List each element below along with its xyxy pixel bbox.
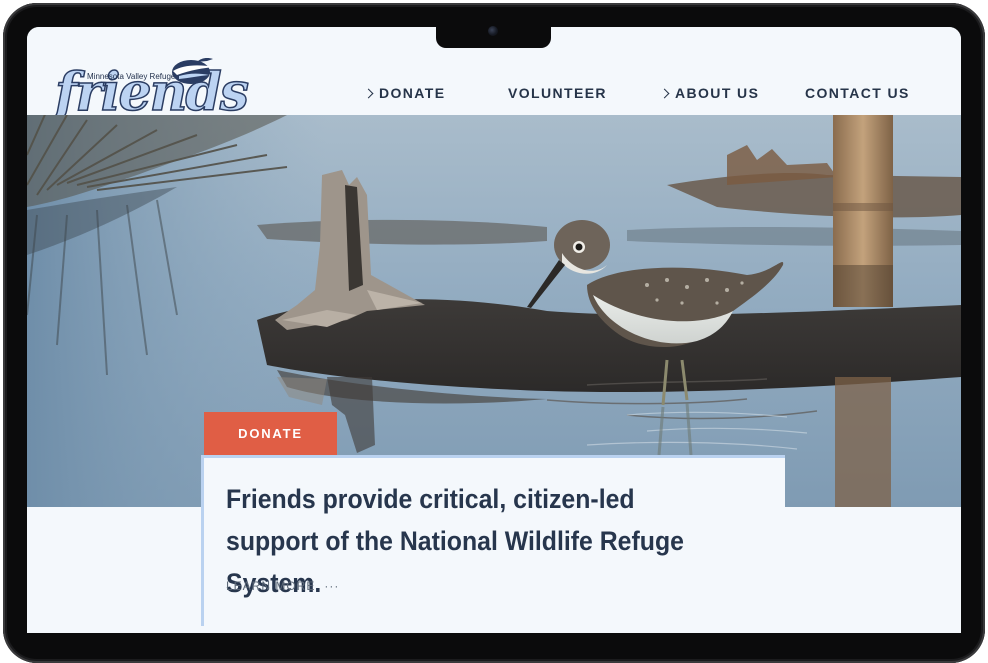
hero-image bbox=[27, 115, 961, 507]
nav-volunteer[interactable]: VOLUNTEER bbox=[508, 85, 607, 101]
chevron-right-icon bbox=[659, 88, 670, 99]
nav-donate[interactable]: DONATE bbox=[363, 85, 446, 101]
nav-contact-us[interactable]: CONTACT US bbox=[805, 85, 910, 101]
camera-notch bbox=[436, 22, 551, 48]
screen: friends Minnesota Valley Refuge DONATE V… bbox=[27, 27, 961, 633]
hero-donate-button[interactable]: DONATE bbox=[204, 412, 337, 455]
more-dots-icon: ··· bbox=[324, 579, 340, 593]
nav-donate-label: DONATE bbox=[379, 85, 446, 101]
chevron-right-icon bbox=[363, 88, 374, 99]
nav-about-us-label: ABOUT US bbox=[675, 85, 760, 101]
sandpiper-photo bbox=[27, 115, 961, 507]
logo-tagline: Minnesota Valley Refuge bbox=[87, 72, 176, 81]
laptop-device: friends Minnesota Valley Refuge DONATE V… bbox=[0, 0, 988, 663]
nav-contact-us-label: CONTACT US bbox=[805, 85, 910, 101]
heron-logo-icon bbox=[172, 58, 215, 84]
hero-card: Friends provide critical, citizen-led su… bbox=[201, 455, 785, 626]
nav-about-us[interactable]: ABOUT US bbox=[659, 85, 760, 101]
learn-more-label: LEARN MORE bbox=[226, 579, 316, 593]
learn-more-link[interactable]: LEARN MORE ··· bbox=[226, 579, 339, 593]
camera-icon bbox=[488, 26, 498, 36]
nav-volunteer-label: VOLUNTEER bbox=[508, 85, 607, 101]
site-logo[interactable]: friends Minnesota Valley Refuge bbox=[53, 55, 253, 123]
